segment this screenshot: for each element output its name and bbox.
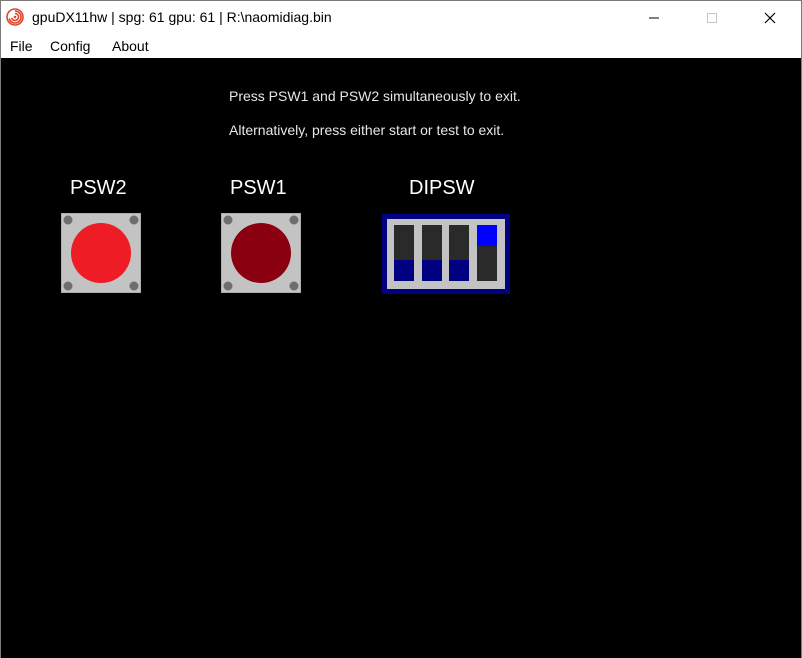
dipsw-label: DIPSW [409, 177, 475, 199]
menu-bar: File Config About [1, 34, 801, 58]
psw1-button-pressed [221, 213, 301, 293]
dip-switch-1 [394, 225, 414, 281]
dip-switch-4 [477, 225, 497, 281]
menu-config[interactable]: Config [50, 38, 90, 54]
dip-switch-3 [449, 225, 469, 281]
minimize-button[interactable] [631, 1, 677, 34]
maximize-button[interactable] [689, 1, 735, 34]
menu-about[interactable]: About [112, 38, 149, 54]
window-title: gpuDX11hw | spg: 61 gpu: 61 | R:\naomidi… [32, 9, 332, 25]
exit-instruction-line-1: Press PSW1 and PSW2 simultaneously to ex… [229, 88, 521, 104]
minimize-icon [649, 17, 659, 18]
title-bar[interactable]: gpuDX11hw | spg: 61 gpu: 61 | R:\naomidi… [1, 1, 801, 34]
maximize-icon [707, 12, 717, 23]
close-button[interactable] [747, 1, 793, 34]
emulator-window: gpuDX11hw | spg: 61 gpu: 61 | R:\naomidi… [0, 0, 802, 658]
dreamcast-swirl-icon [6, 8, 24, 26]
emulator-screen[interactable]: Press PSW1 and PSW2 simultaneously to ex… [1, 58, 801, 658]
dip-switch-2 [422, 225, 442, 281]
menu-file[interactable]: File [10, 38, 33, 54]
dip-switch-block [382, 214, 510, 294]
psw2-button-released [61, 213, 141, 293]
psw2-label: PSW2 [70, 177, 127, 199]
close-icon [764, 12, 776, 23]
psw1-label: PSW1 [230, 177, 287, 199]
exit-instruction-line-2: Alternatively, press either start or tes… [229, 122, 505, 138]
